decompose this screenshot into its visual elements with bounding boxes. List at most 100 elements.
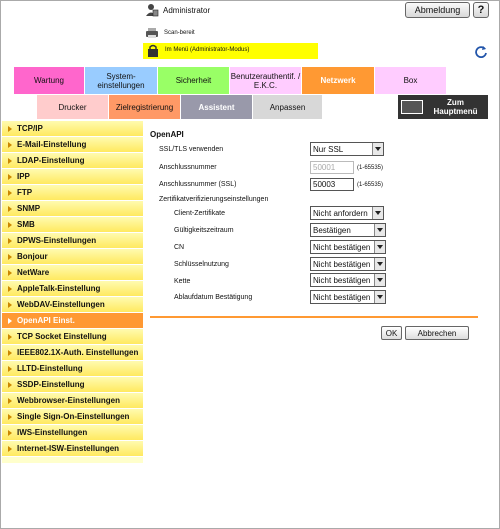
sidebar-item-label: OpenAPI Einst. [17, 316, 75, 325]
main-menu-label: Zum Hauptmenü [433, 98, 478, 116]
chain-value: Nicht bestätigen [313, 275, 371, 285]
sidebar-item-label: E-Mail-Einstellung [17, 140, 87, 149]
sidebar-item-label: TCP Socket Einstellung [17, 332, 107, 341]
tab-netzwerk[interactable]: Netzwerk [302, 67, 375, 94]
expiry-value: Nicht bestätigen [313, 292, 371, 302]
sidebar-item[interactable]: FTP [2, 185, 143, 201]
chevron-right-icon [8, 333, 12, 340]
status-text: Scan-bereit [164, 30, 195, 36]
expiry-label: Ablaufdatum Bestätigung [174, 294, 253, 301]
tab-label: Wartung [34, 76, 64, 85]
chevron-down-icon [372, 143, 383, 155]
tab-label: System-einstellungen [97, 71, 145, 90]
chevron-right-icon [8, 205, 12, 212]
sidebar-item[interactable]: TCP Socket Einstellung [2, 329, 143, 345]
chevron-down-icon [372, 207, 383, 219]
subtab-zielregistrierung[interactable]: Zielregistrierung [109, 95, 181, 119]
tab-systemeinstellungen[interactable]: System-einstellungen [85, 67, 158, 94]
sidebar-item[interactable]: TCP/IP [2, 121, 143, 137]
sidebar-item[interactable]: Single Sign-On-Einstellungen [2, 409, 143, 425]
sidebar-item-label: Bonjour [17, 252, 48, 261]
sidebar-item[interactable]: SMB [2, 217, 143, 233]
cancel-button[interactable]: Abbrechen [405, 326, 469, 340]
sidebar-item-label: FTP [17, 188, 33, 197]
key-usage-select[interactable]: Nicht bestätigen [310, 257, 386, 271]
sidebar-item-label: IEEE802.1X-Auth. Einstellungen [17, 348, 139, 357]
sidebar-item[interactable]: IPP [2, 169, 143, 185]
client-cert-value: Nicht anfordern [313, 208, 368, 218]
subtab-drucker[interactable]: Drucker [37, 95, 109, 119]
chain-select[interactable]: Nicht bestätigen [310, 273, 386, 287]
key-usage-label: Schlüsselnutzung [174, 261, 229, 268]
chevron-right-icon [8, 381, 12, 388]
chevron-right-icon [8, 125, 12, 132]
tab-sicherheit[interactable]: Sicherheit [158, 67, 230, 94]
chevron-right-icon [8, 157, 12, 164]
sidebar-item[interactable]: Bonjour [2, 249, 143, 265]
sidebar-item-label: TCP/IP [17, 124, 43, 133]
chevron-right-icon [8, 445, 12, 452]
sidebar-item[interactable]: E-Mail-Einstellung [2, 137, 143, 153]
sidebar-item[interactable]: SSDP-Einstellung [2, 377, 143, 393]
sidebar-item[interactable]: Webbrowser-Einstellungen [2, 393, 143, 409]
chevron-right-icon [8, 365, 12, 372]
ok-button[interactable]: OK [381, 326, 402, 340]
tab-box[interactable]: Box [375, 67, 447, 94]
sidebar-item[interactable]: WebDAV-Einstellungen [2, 297, 143, 313]
tab-wartung[interactable]: Wartung [14, 67, 85, 94]
sidebar-item[interactable]: OpenAPI Einst. [2, 313, 143, 329]
sidebar-item[interactable]: Internet-ISW-Einstellungen [2, 441, 143, 457]
expiry-select[interactable]: Nicht bestätigen [310, 290, 386, 304]
subtab-assistent[interactable]: Assistent [181, 95, 253, 119]
chevron-right-icon [8, 221, 12, 228]
sidebar-item-label: IPP [17, 172, 30, 181]
sidebar-item-label: DPWS-Einstellungen [17, 236, 97, 245]
ssl-select[interactable]: Nur SSL [310, 142, 384, 156]
sidebar-item[interactable]: NetWare [2, 265, 143, 281]
tab-label: Netzwerk [320, 76, 356, 85]
client-cert-select[interactable]: Nicht anfordern [310, 206, 384, 220]
sidebar: TCP/IP E-Mail-Einstellung LDAP-Einstellung… [2, 121, 143, 463]
admin-name: Administrator [163, 6, 211, 15]
refresh-icon[interactable] [474, 44, 488, 58]
subtab-anpassen[interactable]: Anpassen [253, 95, 323, 119]
ssl-port-label: Anschlussnummer (SSL) [159, 181, 237, 188]
help-button[interactable]: ? [473, 2, 489, 18]
sidebar-item-label: SSDP-Einstellung [17, 380, 85, 389]
ssl-port-hint: (1-65535) [357, 182, 384, 188]
lock-icon [148, 44, 158, 57]
sidebar-item-label: Single Sign-On-Einstellungen [17, 412, 130, 421]
chevron-right-icon [8, 397, 12, 404]
cert-verify-label: Zertifikatverifizierungseinstellungen [159, 196, 269, 203]
ssl-port-field[interactable]: 50003 [310, 178, 354, 191]
sidebar-list: TCP/IP E-Mail-Einstellung LDAP-Einstellung… [2, 121, 143, 457]
sidebar-item-label: LLTD-Einstellung [17, 364, 83, 373]
sidebar-item-label: AppleTalk-Einstellung [17, 284, 101, 293]
sidebar-item-label: Internet-ISW-Einstellungen [17, 444, 120, 453]
tab-benutzerauthentifizierung[interactable]: Benutzerauthentif. / E.K.C. [230, 67, 302, 94]
sidebar-item-label: LDAP-Einstellung [17, 156, 85, 165]
sidebar-item[interactable]: SNMP [2, 201, 143, 217]
chevron-right-icon [8, 141, 12, 148]
sidebar-item[interactable]: LDAP-Einstellung [2, 153, 143, 169]
chevron-right-icon [8, 285, 12, 292]
cn-value: Nicht bestätigen [313, 242, 371, 252]
sidebar-item[interactable]: LLTD-Einstellung [2, 361, 143, 377]
sidebar-item[interactable]: DPWS-Einstellungen [2, 233, 143, 249]
chain-label: Kette [174, 278, 191, 285]
logout-button[interactable]: Abmeldung [405, 2, 470, 18]
port-field[interactable]: 50001 [310, 161, 354, 174]
sidebar-item[interactable]: IEEE802.1X-Auth. Einstellungen [2, 345, 143, 361]
validity-label: Gültigkeitszeitraum [174, 227, 234, 234]
mode-text: Im Menü (Administrator-Modus) [165, 47, 250, 53]
menu-grid-icon [401, 100, 423, 114]
sidebar-item[interactable]: AppleTalk-Einstellung [2, 281, 143, 297]
ssl-select-value: Nur SSL [313, 144, 344, 154]
validity-select[interactable]: Bestätigen [310, 223, 386, 237]
chevron-right-icon [8, 189, 12, 196]
chevron-down-icon [374, 224, 385, 236]
sidebar-item[interactable]: IWS-Einstellungen [2, 425, 143, 441]
client-cert-label: Client-Zertifikate [174, 210, 225, 217]
main-menu-button[interactable]: Zum Hauptmenü [398, 95, 488, 119]
cn-select[interactable]: Nicht bestätigen [310, 240, 386, 254]
